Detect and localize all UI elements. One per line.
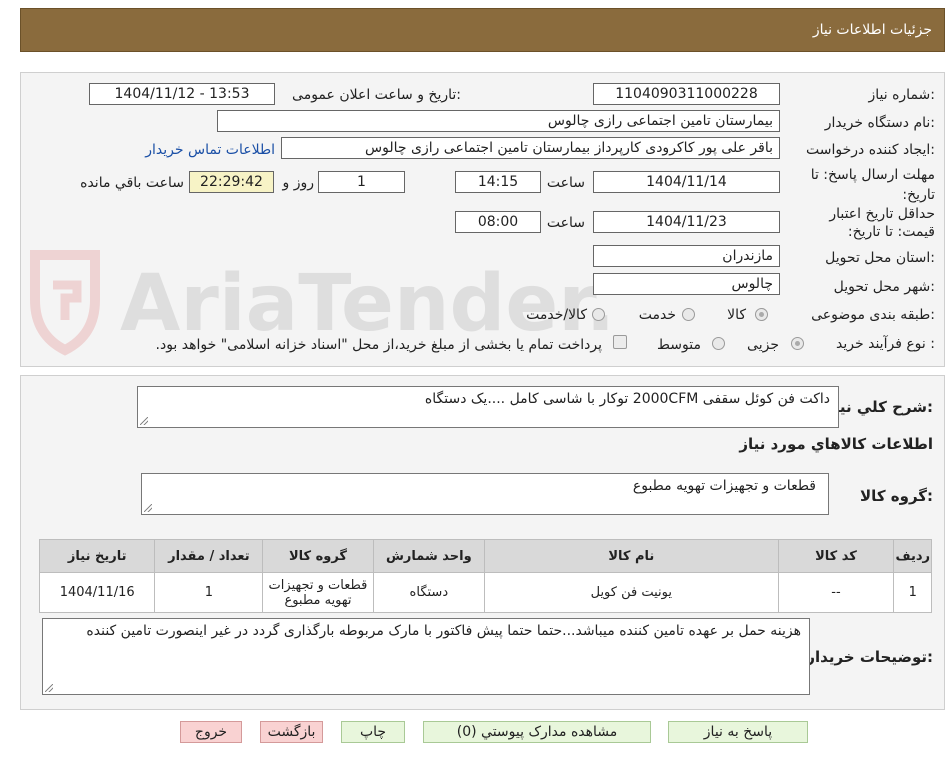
summary-label: شرح کلي نياز: [825, 398, 933, 416]
need-number-field: 1104090311000228 [593, 83, 780, 105]
buyer-notes-textarea: هزینه حمل بر عهده تامین کننده میباشد...ح… [42, 618, 810, 695]
category-radio-goods[interactable] [755, 308, 768, 321]
cell-name: یونیت فن کویل [484, 572, 779, 613]
table-row: 1 -- یونیت فن کویل دستگاه قطعات و تجهیزا… [38, 572, 932, 613]
deadline-date-field: 1404/11/14 [593, 171, 780, 193]
category-option-goods: کالا [727, 307, 746, 323]
cell-group: قطعات و تجهیزات تهویه مطبوع [262, 572, 374, 613]
process-option-medium: متوسط [657, 337, 701, 353]
cell-unit: دستگاه [372, 572, 486, 613]
goods-group-textarea: قطعات و تجهیزات تهویه مطبوع [141, 473, 829, 515]
table-header-row: رديف کد کالا نام کالا واحد شمارش گروه کا… [38, 539, 932, 573]
validity-time-label: ساعت [546, 215, 585, 231]
cell-date: 1404/11/16 [38, 572, 156, 613]
need-number-label: شماره نیاز: [868, 87, 935, 103]
payment-note: پرداخت تمام یا بخشی از مبلغ خرید،از محل … [155, 337, 602, 353]
page-header: جزئیات اطلاعات نیاز [20, 8, 945, 52]
validity-label: حداقل تاریخ اعتبار قیمت: تا تاریخ: [829, 206, 935, 240]
col-header-code: کد کالا [777, 539, 895, 573]
col-header-group: گروه کالا [262, 539, 374, 573]
goods-group-label: گروه کالا: [860, 487, 933, 505]
deadline-time-field: 14:15 [455, 171, 541, 193]
creator-field: باقر علی پور کاکرودی کارپرداز بیمارستان … [281, 137, 780, 159]
items-table: رديف کد کالا نام کالا واحد شمارش گروه کا… [38, 539, 932, 613]
col-header-name: نام کالا [484, 539, 779, 573]
process-option-minor: جزیی [747, 337, 779, 353]
treasury-checkbox[interactable] [613, 335, 627, 349]
province-field: مازندران [593, 245, 780, 267]
category-radio-service[interactable] [682, 308, 695, 321]
col-header-row-num: رديف [893, 539, 932, 573]
validity-time-field: 08:00 [455, 211, 541, 233]
page-title: جزئیات اطلاعات نیاز [812, 22, 932, 38]
exit-button[interactable]: خروج [180, 721, 242, 743]
col-header-date: تاریخ نیاز [38, 539, 156, 573]
category-radio-goods-service[interactable] [592, 308, 605, 321]
contact-buyer-link[interactable]: اطلاعات تماس خریدار [145, 142, 275, 158]
back-button[interactable]: بازگشت [260, 721, 323, 743]
process-radio-medium[interactable] [712, 337, 725, 350]
validity-date-field: 1404/11/23 [593, 211, 780, 233]
buyer-org-field: بیمارستان تامین اجتماعی رازی چالوس [217, 110, 780, 132]
buyer-notes-text: هزینه حمل بر عهده تامین کننده میباشد...ح… [86, 623, 801, 639]
goods-group-text: قطعات و تجهیزات تهویه مطبوع [632, 478, 816, 494]
col-header-qty: تعداد / مقدار [154, 539, 264, 573]
reply-button[interactable]: پاسخ به نیاز [668, 721, 808, 743]
days-label: روز و [282, 175, 315, 191]
process-label: نوع فرآیند خرید : [836, 336, 935, 352]
days-field: 1 [318, 171, 405, 193]
buyer-org-label: نام دستگاه خریدار: [824, 115, 935, 131]
deadline-time-label: ساعت [546, 175, 585, 191]
print-button[interactable]: چاپ [341, 721, 405, 743]
summary-textarea: داکت فن کوئل سقفی 2000CFM توکار با شاسی … [137, 386, 839, 428]
city-field: چالوس [593, 273, 780, 295]
province-label: استان محل تحویل: [825, 250, 935, 266]
category-option-goods-service: کالا/خدمت [526, 307, 587, 323]
remaining-time-field: 22:29:42 [189, 171, 274, 193]
process-radio-minor[interactable] [791, 337, 804, 350]
cell-qty: 1 [154, 572, 264, 613]
resize-grip-icon[interactable] [140, 417, 148, 425]
announce-label: تاریخ و ساعت اعلان عمومی: [292, 87, 461, 103]
resize-grip-icon[interactable] [144, 504, 152, 512]
city-label: شهر محل تحویل: [833, 279, 935, 295]
category-label: طبقه بندی موضوعی: [811, 307, 935, 323]
deadline-label: مهلت ارسال پاسخ: تا تاریخ: [810, 167, 935, 203]
resize-grip-icon[interactable] [45, 684, 53, 692]
goods-info-title: اطلاعات کالاهاي مورد نياز [739, 435, 933, 453]
col-header-unit: واحد شمارش [372, 539, 486, 573]
announce-field: 1404/11/12 - 13:53 [89, 83, 275, 105]
cell-code: -- [777, 572, 895, 613]
cell-row-num: 1 [893, 572, 932, 613]
buyer-notes-label: توضیحات خریدار: [806, 648, 933, 666]
category-option-service: خدمت [638, 307, 676, 323]
view-attachments-button[interactable]: مشاهده مدارک پیوستي (0) [423, 721, 651, 743]
summary-text: داکت فن کوئل سقفی 2000CFM توکار با شاسی … [424, 391, 830, 407]
creator-label: ایجاد کننده درخواست: [806, 142, 935, 158]
remaining-label: ساعت باقي مانده [80, 175, 184, 191]
